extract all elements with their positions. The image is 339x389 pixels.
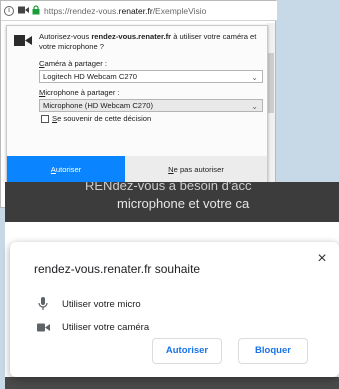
camera-select-value: Logitech HD Webcam C270: [43, 72, 137, 81]
camera-icon: [36, 320, 50, 334]
camera-icon: [14, 34, 32, 52]
page-text-line2: microphone et votre ca: [117, 196, 250, 211]
camera-label-text: améra à partager :: [44, 59, 107, 68]
permission-microphone: Utiliser votre micro: [36, 297, 141, 311]
url-text[interactable]: https://rendez-vous.renater.fr/ExempleVi…: [44, 6, 206, 16]
mic-select-value: Microphone (HD Webcam C270): [43, 101, 154, 110]
microphone-icon: [36, 297, 50, 311]
url-prefix: https://rendez-vous.: [44, 5, 119, 16]
allow-label: utoriser: [55, 165, 82, 174]
block-button[interactable]: Bloquer: [238, 338, 308, 364]
close-icon[interactable]: ×: [315, 251, 329, 267]
url-path: /ExempleVisio: [152, 5, 207, 16]
question-host: rendez-vous.renater.fr: [91, 32, 172, 41]
doorhanger-buttons: Autoriser Ne pas autoriser: [7, 156, 267, 184]
camera-icon[interactable]: [18, 6, 29, 16]
scrollbar-thumb[interactable]: [268, 53, 274, 113]
mic-label-text: icrophone à partager :: [45, 88, 120, 97]
permission-mic-label: Utiliser votre micro: [62, 298, 141, 310]
question-text: Autorisez-vous: [39, 32, 92, 41]
allow-button[interactable]: Autoriser: [7, 156, 125, 184]
firefox-window: i https://rendez-vous.renater.fr/Exemple…: [0, 0, 277, 208]
page-bottom-strip: [5, 377, 339, 389]
chevron-down-icon: ⌄: [251, 102, 258, 111]
camera-select[interactable]: Logitech HD Webcam C270 ⌄: [39, 70, 263, 83]
deny-label: e pas autoriser: [173, 165, 224, 174]
info-icon[interactable]: i: [4, 5, 14, 16]
permission-camera: Utiliser votre caméra: [36, 320, 149, 334]
dialog-title: rendez-vous.renater.fr souhaite: [34, 262, 201, 276]
permission-cam-label: Utiliser votre caméra: [62, 321, 150, 333]
permission-doorhanger: Autorisez-vous rendez-vous.renater.fr à …: [6, 25, 268, 184]
camera-label: Caméra à partager :: [39, 59, 107, 68]
deny-button[interactable]: Ne pas autoriser: [125, 156, 267, 184]
authorize-button[interactable]: Autoriser: [152, 338, 222, 364]
page-text-line1: RENdez-vous a besoin d'acc: [85, 182, 252, 193]
chevron-down-icon: ⌄: [251, 73, 258, 82]
address-bar[interactable]: i https://rendez-vous.renater.fr/Exemple…: [1, 1, 277, 21]
page-background: RENdez-vous a besoin d'acc microphone et…: [5, 182, 339, 222]
microphone-label: Microphone à partager :: [39, 88, 120, 97]
scrollbar[interactable]: [267, 23, 275, 207]
chrome-permission-dialog: × rendez-vous.renater.fr souhaite Utilis…: [10, 242, 339, 377]
microphone-select[interactable]: Microphone (HD Webcam C270) ⌄: [39, 99, 263, 112]
lock-icon[interactable]: [32, 4, 40, 17]
remember-text: e souvenir de cette décision: [57, 114, 152, 123]
url-host: renater.fr: [118, 5, 153, 16]
remember-checkbox[interactable]: [41, 114, 49, 123]
remember-decision[interactable]: Se souvenir de cette décision: [41, 114, 151, 123]
permission-question: Autorisez-vous rendez-vous.renater.fr à …: [39, 32, 261, 51]
